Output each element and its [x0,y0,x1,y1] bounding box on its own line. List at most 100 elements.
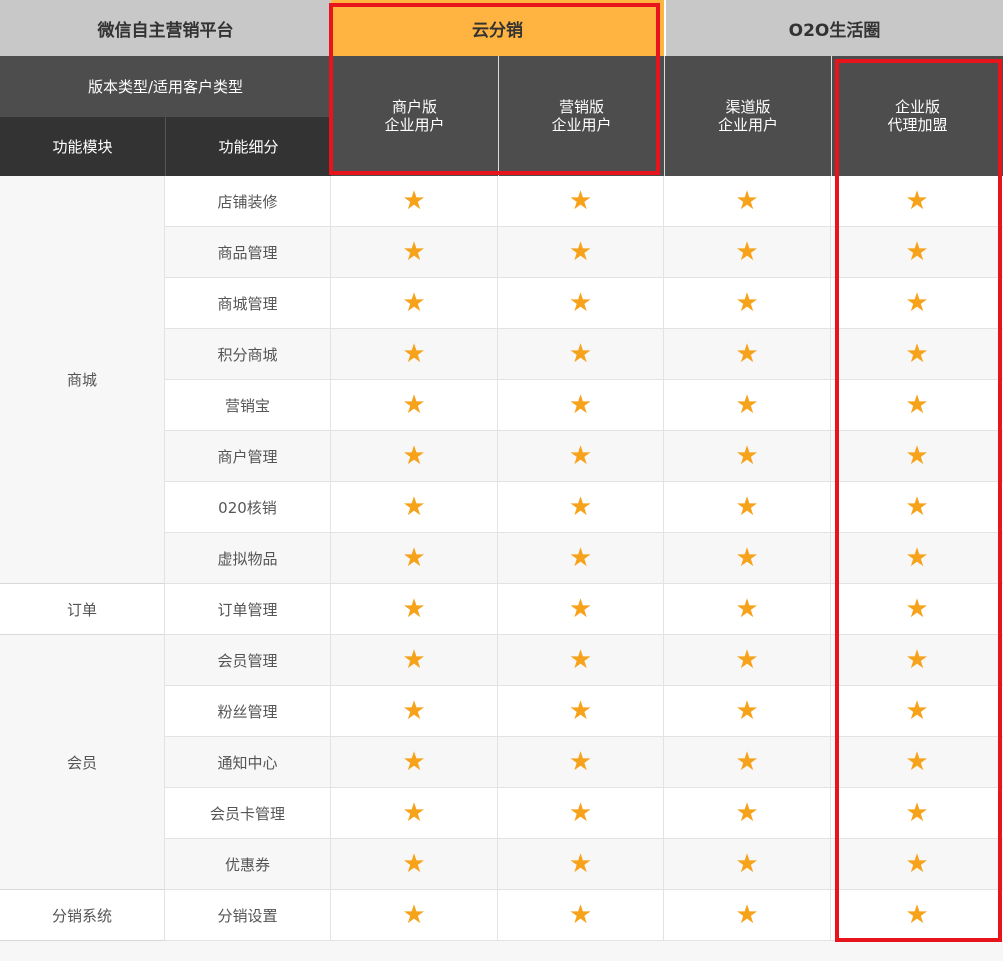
table-row-partial [0,941,1003,961]
star-icon: ★ [402,645,426,675]
star-icon: ★ [568,186,593,216]
detail-label: 功能细分 [218,138,279,156]
star-cell: ★ [831,635,1003,686]
star-cell: ★ [664,686,831,737]
platform-title: 微信自主营销平台 [97,20,234,41]
version-customer: 企业用户 [717,116,778,134]
star-icon: ★ [402,849,426,879]
o2o-title: O2O生活圈 [788,20,881,41]
feature-name: 粉丝管理 [217,702,278,721]
star-icon: ★ [402,237,426,267]
star-cell: ★ [498,482,664,533]
star-icon: ★ [735,492,759,522]
feature-cell: 会员卡管理 [165,788,331,839]
version-customer: 代理加盟 [887,116,948,134]
star-icon: ★ [735,849,759,879]
star-icon: ★ [402,900,426,930]
star-cell: ★ [831,584,1003,635]
star-cell: ★ [331,635,498,686]
star-cell: ★ [331,227,498,278]
star-icon: ★ [735,696,759,726]
feature-cell: 商户管理 [165,431,331,482]
version-name: 企业版 [894,98,940,116]
star-cell: ★ [831,227,1003,278]
star-icon: ★ [735,390,759,420]
star-icon: ★ [735,288,759,318]
star-icon: ★ [735,798,759,828]
star-icon: ★ [402,696,426,726]
star-cell: ★ [664,788,831,839]
module-name: 订单 [66,600,97,619]
star-cell: ★ [498,278,664,329]
star-cell: ★ [664,533,831,584]
star-cell: ★ [498,176,664,227]
version-header-merchant: 商户版 企业用户 [331,56,498,176]
star-cell: ★ [831,329,1003,380]
star-icon: ★ [402,441,426,471]
star-icon: ★ [735,237,759,267]
star-cell: ★ [664,227,831,278]
module-name: 商城 [66,371,97,389]
star-icon: ★ [905,696,929,726]
star-icon: ★ [402,288,426,318]
star-icon: ★ [402,543,426,573]
feature-cell: 店铺装修 [165,176,331,227]
feature-name: 会员卡管理 [209,804,285,823]
star-cell: ★ [831,788,1003,839]
star-cell: ★ [498,839,664,890]
feature-name: 营销宝 [224,396,270,415]
feature-name: 020核销 [218,498,277,517]
star-cell: ★ [831,176,1003,227]
star-cell: ★ [498,329,664,380]
star-icon: ★ [905,288,929,318]
version-header-channel: 渠道版 企业用户 [664,56,831,176]
star-cell: ★ [831,890,1003,941]
star-cell: ★ [331,839,498,890]
star-cell: ★ [831,278,1003,329]
star-icon: ★ [735,186,759,216]
star-cell: ★ [331,737,498,788]
star-cell: ★ [498,788,664,839]
star-icon: ★ [905,798,929,828]
feature-name: 积分商城 [217,345,278,364]
star-icon: ★ [568,696,593,726]
star-cell: ★ [831,686,1003,737]
star-cell: ★ [331,329,498,380]
star-cell: ★ [498,533,664,584]
feature-cell: 分销设置 [165,890,331,941]
star-cell: ★ [831,533,1003,584]
star-cell: ★ [664,329,831,380]
star-icon: ★ [402,339,426,369]
module-label: 功能模块 [52,138,113,156]
star-cell: ★ [664,584,831,635]
star-cell: ★ [331,431,498,482]
feature-name: 店铺装修 [217,192,278,211]
star-icon: ★ [735,441,759,471]
star-icon: ★ [735,900,759,930]
star-cell: ★ [331,380,498,431]
star-cell: ★ [664,737,831,788]
star-icon: ★ [735,747,759,777]
star-cell: ★ [498,737,664,788]
version-customer: 企业用户 [384,116,445,134]
feature-name: 商户管理 [217,447,278,466]
feature-name: 虚拟物品 [217,549,278,568]
feature-name: 通知中心 [217,753,278,772]
feature-cell: 粉丝管理 [165,686,331,737]
feature-cell: 通知中心 [165,737,331,788]
module-name: 会员 [66,753,97,772]
star-icon: ★ [905,900,929,930]
star-cell: ★ [498,380,664,431]
version-header-enterprise: 企业版 代理加盟 [831,56,1003,176]
module-name: 分销系统 [51,906,112,925]
module-header: 功能模块 [0,117,165,176]
star-cell: ★ [331,890,498,941]
star-icon: ★ [568,849,593,879]
star-cell: ★ [664,890,831,941]
feature-table-body: 商城 店铺装修 ★ ★ ★ ★ 商品管理 ★ ★ ★ ★ 商城管理 ★ ★ ★ ★ 积分商城 ★ ★ ★ ★ 营销宝 ★ ★ ★… [0,176,1003,961]
module-cell: 商城 [0,176,165,584]
star-cell: ★ [664,635,831,686]
star-cell: ★ [331,482,498,533]
star-icon: ★ [402,492,426,522]
star-icon: ★ [568,543,593,573]
